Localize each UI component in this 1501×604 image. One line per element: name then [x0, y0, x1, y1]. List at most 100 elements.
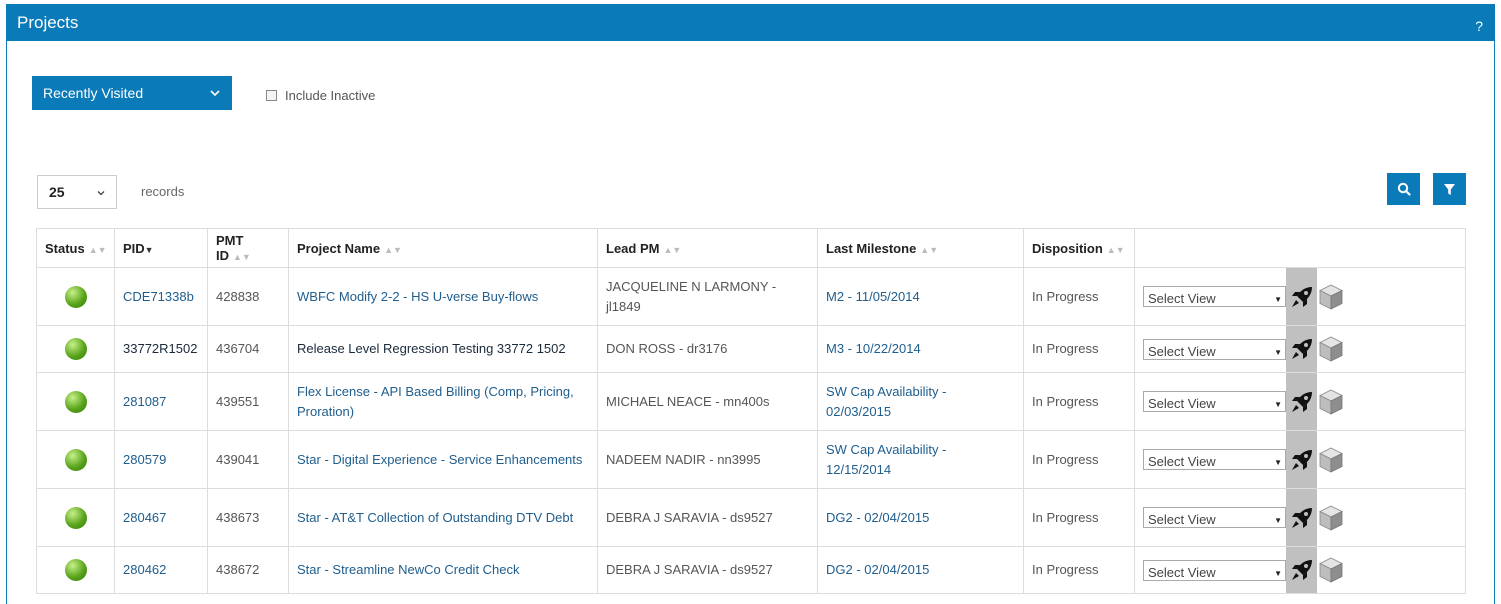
caret-down-icon: ▼ [1274, 458, 1282, 467]
select-view-label: Select View [1148, 396, 1216, 411]
disposition-cell: In Progress [1023, 325, 1135, 373]
project-name-cell[interactable]: Release Level Regression Testing 33772 1… [288, 325, 598, 373]
select-view-dropdown[interactable]: Select View ▼ [1143, 286, 1286, 307]
lead-pm-cell: MICHAEL NEACE - mn400s [597, 372, 818, 431]
lead-pm-cell: NADEEM NADIR - nn3995 [597, 430, 818, 489]
pid-cell[interactable]: 281087 [114, 372, 208, 431]
lead-pm-cell: DEBRA J SARAVIA - ds9527 [597, 546, 818, 594]
cube-icon [1319, 505, 1343, 531]
project-name-link[interactable]: Release Level Regression Testing 33772 1… [297, 341, 566, 356]
column-header-lead-pm[interactable]: Lead PM ▲▼ [597, 228, 818, 268]
sort-icon: ▲▼ [88, 244, 107, 255]
panel-header: Projects ? [6, 4, 1495, 41]
status-cell [36, 372, 115, 431]
page-size-select[interactable]: 25 [37, 175, 117, 209]
launch-button[interactable] [1286, 268, 1317, 325]
project-name-link[interactable]: Star - AT&T Collection of Outstanding DT… [297, 510, 573, 525]
project-name-cell[interactable]: Flex License - API Based Billing (Comp, … [288, 372, 598, 431]
package-button[interactable] [1317, 504, 1345, 532]
pid-link[interactable]: 33772R1502 [123, 341, 197, 356]
filter-button[interactable] [1433, 173, 1466, 205]
pid-link[interactable]: 280579 [123, 452, 166, 467]
pid-link[interactable]: 281087 [123, 394, 166, 409]
launch-button[interactable] [1286, 547, 1317, 593]
include-inactive-checkbox[interactable] [266, 90, 277, 101]
column-header-pid[interactable]: PID▼ [114, 228, 208, 268]
milestone-link[interactable]: M2 - 11/05/2014 [826, 289, 920, 304]
pid-cell[interactable]: 280462 [114, 546, 208, 594]
launch-button[interactable] [1286, 326, 1317, 372]
milestone-link[interactable]: DG2 - 02/04/2015 [826, 510, 929, 525]
caret-down-icon: ▼ [1274, 400, 1282, 409]
package-button[interactable] [1317, 446, 1345, 474]
include-inactive-option[interactable]: Include Inactive [266, 88, 375, 103]
actions-cell: Select View ▼ [1134, 372, 1466, 431]
chevron-down-icon [96, 185, 106, 201]
lead-pm-cell: DEBRA J SARAVIA - ds9527 [597, 488, 818, 547]
package-button[interactable] [1317, 556, 1345, 584]
rocket-icon [1291, 560, 1312, 580]
status-cell [36, 267, 115, 326]
help-button[interactable]: ? [1475, 18, 1483, 34]
search-button[interactable] [1387, 173, 1420, 205]
pmt-id-cell: 428838 [207, 267, 289, 326]
pid-cell[interactable]: 280467 [114, 488, 208, 547]
caret-down-icon: ▼ [1274, 295, 1282, 304]
project-name-cell[interactable]: Star - Streamline NewCo Credit Check [288, 546, 598, 594]
launch-button[interactable] [1286, 489, 1317, 546]
column-header-project-name[interactable]: Project Name ▲▼ [288, 228, 598, 268]
milestone-link[interactable]: DG2 - 02/04/2015 [826, 562, 929, 577]
select-view-dropdown[interactable]: Select View ▼ [1143, 507, 1286, 528]
pid-cell[interactable]: CDE71338b [114, 267, 208, 326]
column-header-disposition[interactable]: Disposition ▲▼ [1023, 228, 1135, 268]
last-milestone-cell[interactable]: DG2 - 02/04/2015 [817, 546, 1024, 594]
cube-icon [1319, 447, 1343, 473]
last-milestone-cell[interactable]: SW Cap Availability - 02/03/2015 [817, 372, 1024, 431]
milestone-link[interactable]: SW Cap Availability - 02/03/2015 [826, 384, 946, 419]
select-view-dropdown[interactable]: Select View ▼ [1143, 338, 1286, 360]
last-milestone-cell[interactable]: SW Cap Availability - 12/15/2014 [817, 430, 1024, 489]
milestone-link[interactable]: SW Cap Availability - 12/15/2014 [826, 442, 946, 477]
select-view-label: Select View [1148, 564, 1216, 580]
page-size-value: 25 [49, 184, 65, 200]
table-row: CDE71338b 428838 WBFC Modify 2-2 - HS U-ve… [36, 267, 1466, 326]
status-ok-icon [64, 448, 87, 471]
view-dropdown[interactable]: Recently Visited [32, 76, 232, 110]
project-name-cell[interactable]: Star - AT&T Collection of Outstanding DT… [288, 488, 598, 547]
launch-button[interactable] [1286, 373, 1317, 430]
pid-cell[interactable]: 280579 [114, 430, 208, 489]
status-ok-icon [64, 506, 87, 529]
disposition-cell: In Progress [1023, 430, 1135, 489]
package-button[interactable] [1317, 283, 1345, 311]
column-header-pmt-id[interactable]: PMT ID ▲▼ [207, 228, 289, 268]
package-button[interactable] [1317, 388, 1345, 416]
package-button[interactable] [1317, 335, 1345, 363]
last-milestone-cell[interactable]: M2 - 11/05/2014 [817, 267, 1024, 326]
select-view-dropdown[interactable]: Select View ▼ [1143, 559, 1286, 581]
project-name-cell[interactable]: WBFC Modify 2-2 - HS U-verse Buy-flows [288, 267, 598, 326]
column-header-actions [1134, 228, 1466, 268]
project-name-cell[interactable]: Star - Digital Experience - Service Enha… [288, 430, 598, 489]
pid-cell[interactable]: 33772R1502 [114, 325, 208, 373]
last-milestone-cell[interactable]: M3 - 10/22/2014 [817, 325, 1024, 373]
pid-link[interactable]: 280467 [123, 510, 166, 525]
pid-link[interactable]: CDE71338b [123, 289, 194, 304]
column-header-last-milestone[interactable]: Last Milestone ▲▼ [817, 228, 1024, 268]
launch-button[interactable] [1286, 431, 1317, 488]
pmt-id-cell: 436704 [207, 325, 289, 373]
project-name-link[interactable]: Flex License - API Based Billing (Comp, … [297, 384, 574, 419]
lead-pm-cell: DON ROSS - dr3176 [597, 325, 818, 373]
milestone-link[interactable]: M3 - 10/22/2014 [826, 341, 921, 356]
pid-link[interactable]: 280462 [123, 562, 166, 577]
select-view-dropdown[interactable]: Select View ▼ [1143, 391, 1286, 412]
column-header-status[interactable]: Status ▲▼ [36, 228, 115, 268]
project-name-link[interactable]: Star - Streamline NewCo Credit Check [297, 562, 520, 577]
pmt-id-cell: 438673 [207, 488, 289, 547]
select-view-label: Select View [1148, 512, 1216, 527]
rocket-icon [1291, 286, 1312, 307]
cube-icon [1319, 336, 1343, 362]
select-view-dropdown[interactable]: Select View ▼ [1143, 449, 1286, 470]
project-name-link[interactable]: Star - Digital Experience - Service Enha… [297, 452, 582, 467]
project-name-link[interactable]: WBFC Modify 2-2 - HS U-verse Buy-flows [297, 289, 538, 304]
last-milestone-cell[interactable]: DG2 - 02/04/2015 [817, 488, 1024, 547]
